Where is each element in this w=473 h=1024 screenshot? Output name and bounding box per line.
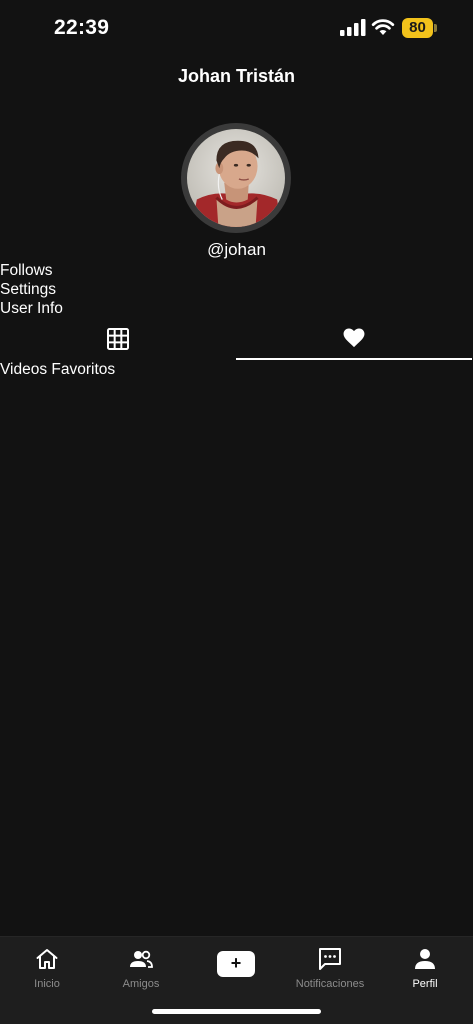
nav-perfil[interactable]: Perfil: [378, 937, 472, 997]
chat-icon: [319, 948, 341, 970]
grid-icon: [107, 328, 129, 350]
avatar[interactable]: [181, 123, 291, 233]
heart-icon: [343, 328, 365, 348]
user-info-link[interactable]: User Info: [0, 299, 63, 318]
person-icon: [415, 949, 435, 969]
nav-perfil-label: Perfil: [412, 978, 438, 990]
nav-inicio-label: Inicio: [34, 978, 60, 990]
friends-icon: [130, 950, 153, 968]
nav-notificaciones-label: Notificaciones: [295, 978, 365, 990]
nav-amigos-label: Amigos: [122, 978, 160, 990]
avatar-photo: [187, 129, 285, 227]
tab-favorites[interactable]: [236, 322, 472, 360]
profile-screen: 22:39 80 Johan Tristán @johan Follows Se…: [0, 0, 473, 1024]
page-title: Johan Tristán: [177, 66, 296, 86]
battery-tip: [434, 24, 437, 32]
section-title: Videos Favoritos: [0, 361, 116, 378]
home-icon: [36, 949, 58, 969]
add-button[interactable]: +: [217, 951, 255, 977]
follows-link[interactable]: Follows: [0, 261, 53, 280]
settings-link[interactable]: Settings: [0, 280, 56, 299]
tab-videos-grid[interactable]: [0, 322, 236, 360]
nav-amigos[interactable]: Amigos: [94, 937, 188, 997]
status-bar: 22:39 80: [0, 0, 473, 56]
nav-inicio[interactable]: Inicio: [0, 937, 94, 997]
wifi-icon: [371, 19, 395, 35]
home-indicator[interactable]: [152, 1009, 321, 1014]
username: @johan: [207, 240, 266, 259]
status-time: 22:39: [54, 16, 110, 39]
nav-notificaciones[interactable]: Notificaciones: [283, 937, 377, 997]
signal-icon: [340, 19, 366, 36]
battery-icon: 80: [402, 18, 433, 38]
